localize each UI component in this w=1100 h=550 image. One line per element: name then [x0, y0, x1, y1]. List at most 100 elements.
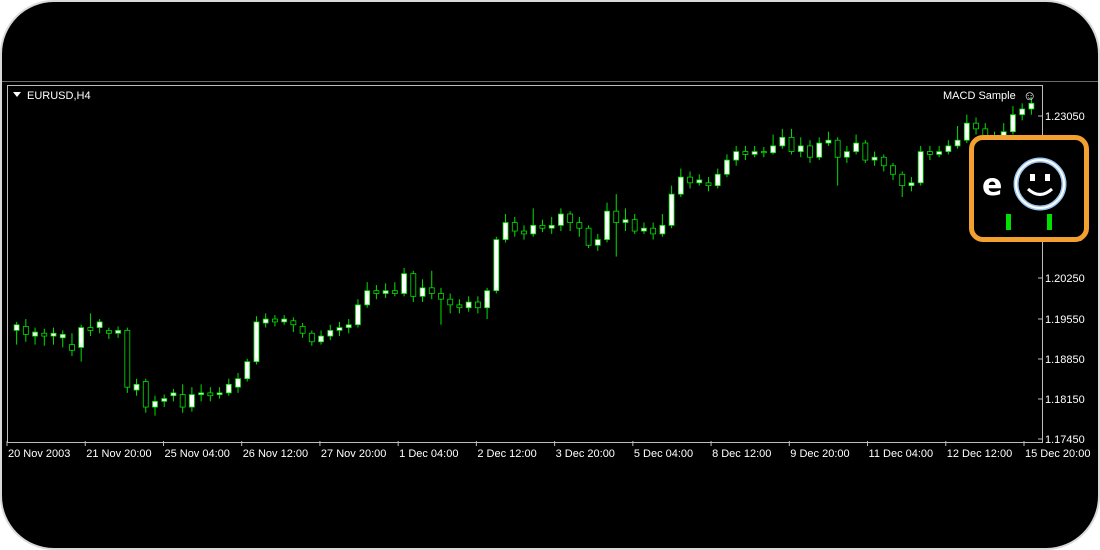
candle-body — [871, 156, 878, 161]
candle — [96, 319, 103, 334]
chart-window: 1.23050 1.20250 1.19550 1.18850 1.18150 1.174… — [2, 2, 1098, 548]
candle — [502, 214, 509, 243]
candle-body — [96, 321, 103, 328]
candle — [687, 171, 693, 189]
candle-body — [779, 136, 786, 147]
x-tick-label: 21 Nov 20:00 — [86, 448, 151, 460]
candle-body — [973, 122, 979, 130]
candle — [474, 296, 481, 314]
candle-body — [447, 298, 454, 306]
candle — [327, 324, 334, 341]
candle-body — [502, 222, 509, 240]
candle-body — [382, 290, 389, 294]
candle-body — [631, 219, 638, 232]
candle — [124, 327, 131, 393]
candle — [59, 330, 66, 348]
candle — [659, 214, 666, 237]
candle-body — [816, 142, 823, 158]
candle-body — [576, 222, 583, 229]
candle — [770, 134, 776, 155]
candle — [890, 162, 896, 180]
candle — [272, 315, 278, 327]
candle-body — [807, 145, 813, 158]
candle-body — [733, 151, 740, 161]
candle — [548, 216, 555, 234]
x-tick-label: 12 Dec 12:00 — [947, 448, 1012, 460]
candle — [862, 140, 869, 163]
candle-body — [770, 145, 776, 154]
candle-body — [290, 320, 297, 326]
candle — [22, 319, 29, 342]
candle-body — [133, 383, 140, 391]
candle — [733, 145, 740, 166]
candle-body — [880, 156, 887, 167]
candle-body — [272, 318, 278, 323]
candle-body — [152, 400, 158, 408]
candle-body — [170, 392, 177, 397]
candle — [410, 270, 417, 303]
candle-body — [1019, 108, 1026, 116]
candle — [641, 222, 647, 234]
candle — [816, 137, 823, 161]
candle — [391, 282, 398, 297]
candle-body — [760, 151, 767, 154]
x-tick-label: 2 Dec 12:00 — [477, 448, 536, 460]
candle-body — [124, 330, 131, 388]
candle-body — [945, 145, 952, 152]
candle — [945, 140, 952, 155]
candle-body — [659, 224, 666, 235]
candle-body — [908, 182, 915, 187]
zoomed-candle-wick — [1047, 214, 1052, 230]
candle-body — [179, 394, 186, 408]
candle-body — [345, 324, 352, 328]
candle — [668, 185, 675, 229]
candle-body — [622, 219, 629, 223]
candle — [290, 317, 297, 333]
candle — [622, 208, 629, 232]
candle-body — [585, 227, 592, 246]
y-tick-label: 1.18850 — [1045, 354, 1085, 366]
candle — [336, 321, 343, 337]
candle — [87, 313, 94, 337]
candle — [115, 326, 121, 338]
candle-body — [613, 210, 620, 223]
candle-body — [253, 321, 260, 363]
expert-advisor-label: MACD Sample — [943, 90, 1016, 102]
candle-body — [548, 224, 555, 229]
candle — [834, 137, 841, 186]
x-tick-label: 3 Dec 20:00 — [556, 448, 615, 460]
candle-body — [705, 182, 712, 187]
candle — [133, 378, 140, 396]
candle-body — [161, 398, 168, 402]
y-tick-label: 1.23050 — [1045, 111, 1085, 123]
candle — [585, 225, 592, 249]
candle — [521, 225, 527, 240]
candle-body — [419, 287, 426, 297]
candle — [899, 171, 906, 197]
candlestick-chart[interactable]: 1.23050 1.20250 1.19550 1.18850 1.18150 1.174… — [2, 2, 1098, 548]
candle — [465, 296, 472, 312]
y-tick-label: 1.19550 — [1045, 314, 1085, 326]
candle — [50, 327, 57, 345]
candle — [447, 293, 454, 314]
candle — [927, 145, 933, 161]
triangle-down-icon[interactable] — [13, 92, 21, 97]
candle — [262, 313, 269, 328]
candle-body — [567, 213, 574, 223]
candle-body — [465, 301, 472, 309]
candle — [973, 117, 979, 135]
candle-body — [834, 139, 841, 158]
candle — [650, 222, 657, 240]
candle — [631, 214, 638, 234]
candle — [613, 194, 620, 257]
candle-body — [899, 173, 906, 187]
candle-body — [308, 332, 315, 343]
candle — [705, 177, 712, 192]
candle-body — [262, 318, 269, 324]
candles-group — [13, 97, 1035, 416]
candle — [216, 387, 223, 399]
x-tick-label: 11 Dec 04:00 — [869, 448, 934, 460]
candle — [807, 140, 813, 163]
candle-body — [539, 224, 546, 229]
smiley-face-icon[interactable]: ☺ — [1023, 89, 1036, 102]
